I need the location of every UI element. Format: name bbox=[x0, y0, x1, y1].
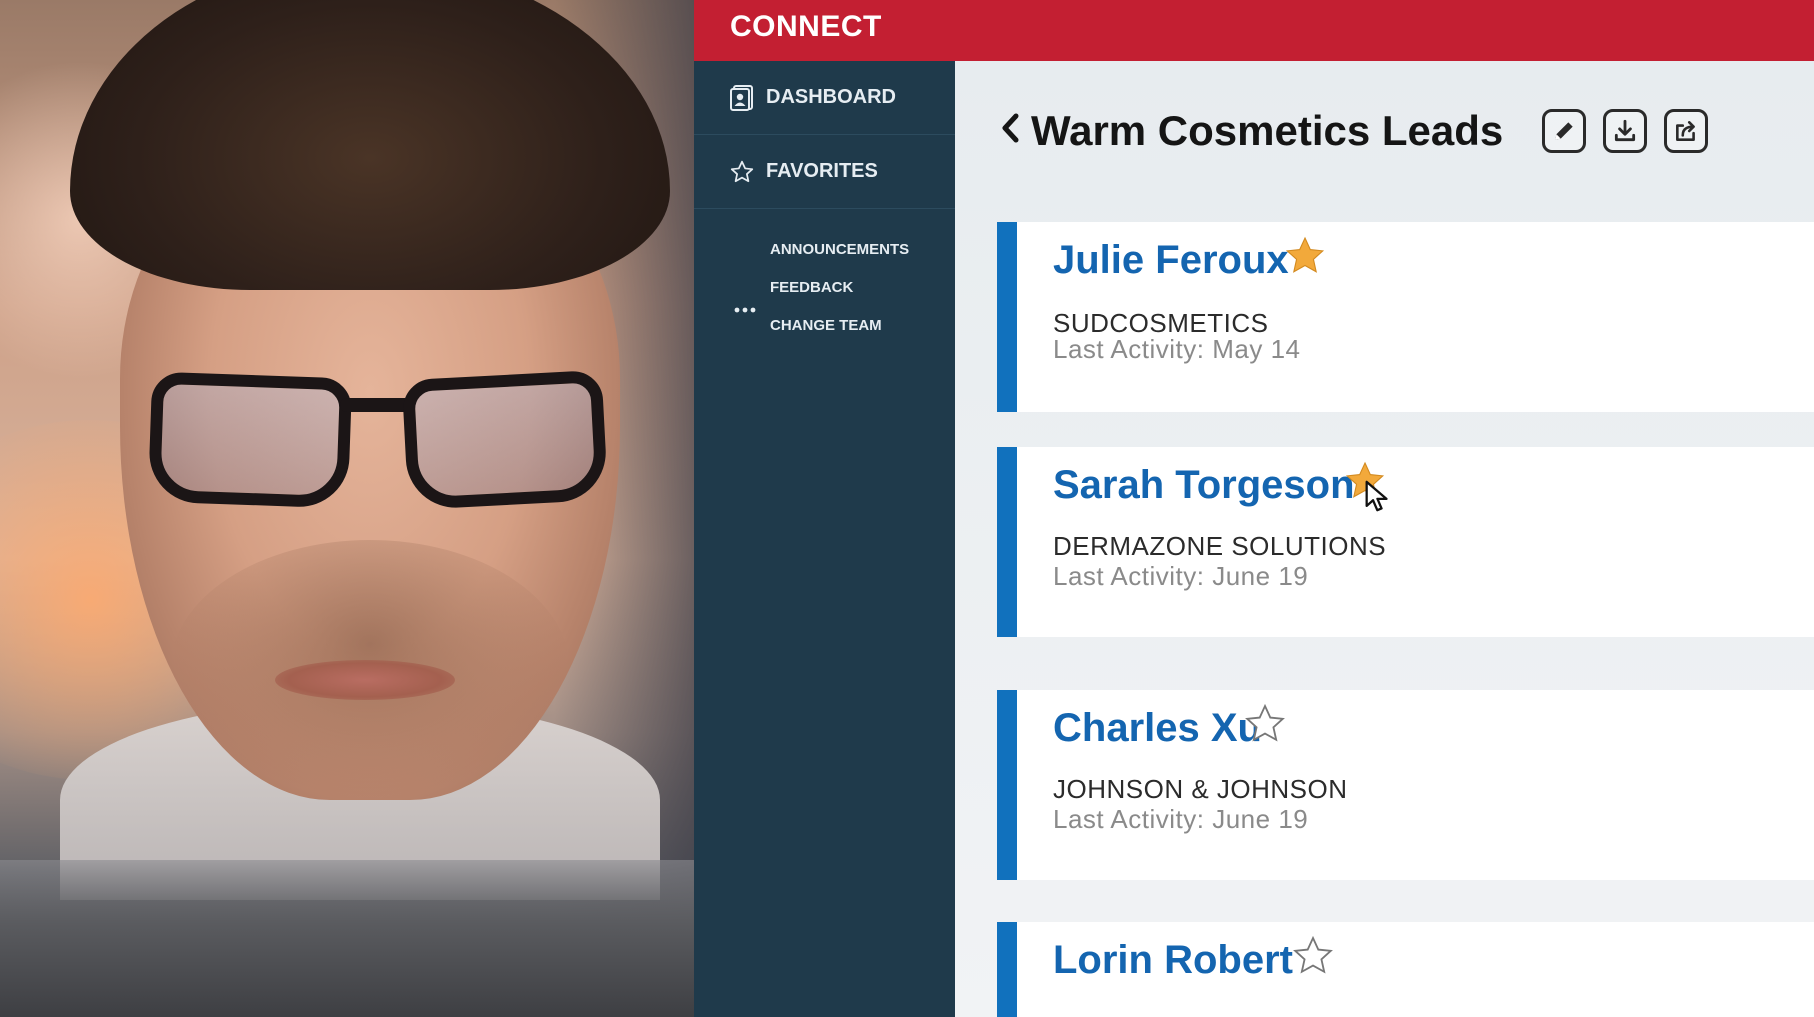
sidebar-item-favorites[interactable]: FAVORITES bbox=[694, 135, 955, 209]
lead-last-activity: Last Activity: May 14 bbox=[1053, 334, 1301, 364]
glasses-right-lens bbox=[401, 369, 609, 511]
contact-card-icon bbox=[728, 84, 756, 112]
lead-company: JOHNSON & JOHNSON bbox=[1053, 774, 1348, 804]
sidebar-item-label: FAVORITES bbox=[766, 160, 878, 182]
sidebar: DASHBOARD FAVORITES ANNOUNCEMENTS FEEDBA… bbox=[694, 61, 955, 1017]
page-title: Warm Cosmetics Leads bbox=[1031, 107, 1504, 154]
app-brand: CONNECT bbox=[730, 10, 882, 43]
star-outline-icon[interactable] bbox=[1291, 934, 1335, 978]
hero-photo bbox=[0, 0, 694, 1017]
sidebar-item-change-team[interactable]: CHANGE TEAM bbox=[770, 317, 882, 334]
sidebar-item-label: DASHBOARD bbox=[766, 86, 896, 108]
mouse-cursor-icon bbox=[1365, 480, 1388, 512]
sidebar-item-feedback[interactable]: FEEDBACK bbox=[770, 279, 853, 296]
star-outline-icon bbox=[728, 158, 756, 186]
page-header: Warm Cosmetics Leads bbox=[999, 101, 1709, 161]
chevron-left-icon[interactable] bbox=[999, 111, 1021, 152]
lead-company: DERMAZONE SOLUTIONS bbox=[1053, 531, 1387, 561]
main-content: Warm Cosmetics Leads Julie Feroux SUDCOS… bbox=[955, 61, 1814, 1017]
laptop bbox=[0, 860, 694, 1017]
hair bbox=[70, 0, 670, 290]
more-dots-icon[interactable] bbox=[734, 307, 756, 313]
share-icon[interactable] bbox=[1664, 109, 1709, 153]
lead-card-lorin-robert[interactable]: Lorin Robert bbox=[997, 922, 1814, 1017]
star-filled-icon[interactable] bbox=[1283, 234, 1327, 278]
lead-last-activity: Last Activity: June 19 bbox=[1053, 561, 1309, 591]
lead-name[interactable]: Julie Feroux bbox=[1053, 238, 1289, 283]
lead-name[interactable]: Sarah Torgeson bbox=[1053, 463, 1355, 508]
lead-name[interactable]: Charles Xu bbox=[1053, 706, 1262, 751]
glasses-left-lens bbox=[147, 371, 353, 509]
lead-card-julie-feroux[interactable]: Julie Feroux SUDCOSMETICS Last Activity:… bbox=[997, 222, 1814, 412]
sidebar-item-announcements[interactable]: ANNOUNCEMENTS bbox=[770, 241, 909, 258]
edit-icon[interactable] bbox=[1542, 109, 1587, 153]
connect-app: CONNECT DASHBOARD FAVORITES ANNOUNCEMENT… bbox=[694, 0, 1814, 1017]
lead-name[interactable]: Lorin Robert bbox=[1053, 938, 1293, 983]
lead-last-activity: Last Activity: June 19 bbox=[1053, 804, 1309, 834]
lead-card-sarah-torgeson[interactable]: Sarah Torgeson DERMAZONE SOLUTIONS Last … bbox=[997, 447, 1814, 637]
lead-card-charles-xu[interactable]: Charles Xu JOHNSON & JOHNSON Last Activi… bbox=[997, 690, 1814, 880]
top-bar: CONNECT bbox=[694, 0, 1814, 61]
download-icon[interactable] bbox=[1603, 109, 1648, 153]
star-outline-icon[interactable] bbox=[1243, 702, 1287, 746]
sidebar-item-dashboard[interactable]: DASHBOARD bbox=[694, 61, 955, 135]
